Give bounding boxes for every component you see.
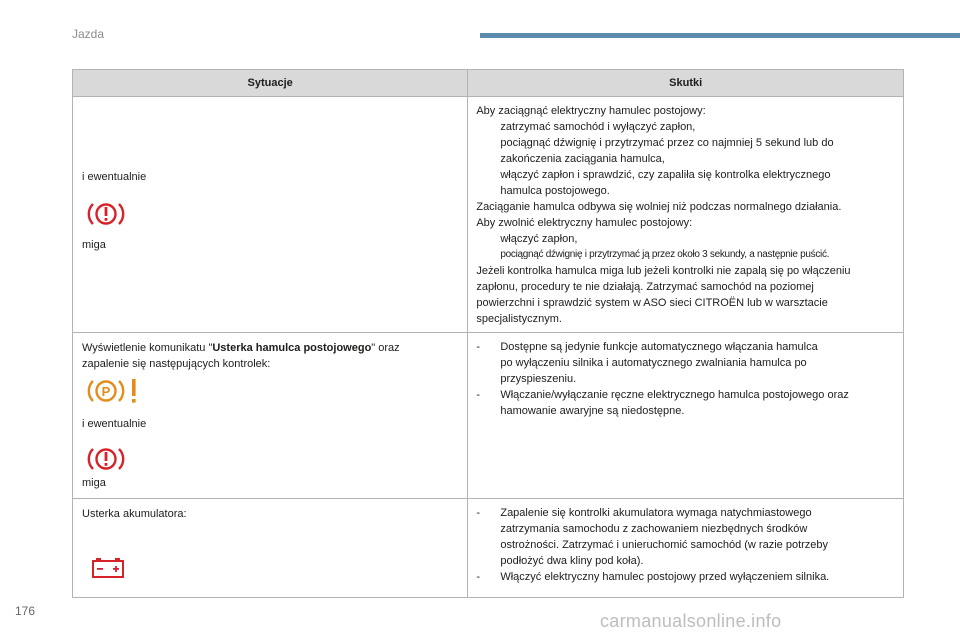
battery-fault-text: Usterka akumulatora: <box>82 508 187 520</box>
situation-cell: i ewentualnie miga <box>71 96 469 333</box>
page-number: 176 <box>15 604 36 618</box>
header-bar <box>480 33 960 38</box>
brake-warning-icon <box>87 448 125 470</box>
effect-cell: - Dostępne są jedynie funkcje automatyczn… <box>467 332 904 499</box>
table-row: Wyświetlenie komunikatu "Usterka hamulca… <box>71 332 904 499</box>
table-row: Usterka akumulatora: - Zapalenie się kont… <box>71 498 904 598</box>
effect-cell: Aby zaciągnąć elektryczny hamulec postoj… <box>467 96 904 333</box>
blinking-text: miga <box>82 239 106 251</box>
effect-text: - Dostępne są jedynie funkcje automatyczn… <box>476 341 849 417</box>
message-text: Wyświetlenie komunikatu "Usterka hamulca… <box>82 342 400 354</box>
parking-brake-fault-icon: P <box>87 379 136 403</box>
column-header-effects: Skutki <box>467 69 904 97</box>
table-header-row: Sytuacje Skutki <box>71 69 904 97</box>
and-or-text: i ewentualnie <box>82 171 147 183</box>
battery-icon <box>92 558 124 578</box>
situation-cell: Usterka akumulatora: <box>71 498 469 598</box>
svg-text:P: P <box>102 384 111 399</box>
section-title: Jazda <box>72 27 105 41</box>
lights-text: zapalenie się następujących kontrolek: <box>82 358 271 370</box>
effect-text: - Zapalenie się kontrolki akumulatora wym… <box>476 507 830 583</box>
column-header-situations: Sytuacje <box>71 69 469 97</box>
watermark: carmanualsonline.info <box>600 611 782 631</box>
situation-cell: Wyświetlenie komunikatu "Usterka hamulca… <box>71 332 469 499</box>
table-row: i ewentualnie miga Aby zaciągnąć elektry… <box>71 96 904 333</box>
and-or-text: i ewentualnie <box>82 418 147 430</box>
situations-table: Sytuacje Skutki i ewentualnie miga Aby z… <box>71 69 904 598</box>
effect-text: Aby zaciągnąć elektryczny hamulec postoj… <box>476 105 851 325</box>
brake-warning-icon <box>87 203 125 225</box>
blinking-text: miga <box>82 477 106 489</box>
effect-cell: - Zapalenie się kontrolki akumulatora wym… <box>467 498 904 598</box>
